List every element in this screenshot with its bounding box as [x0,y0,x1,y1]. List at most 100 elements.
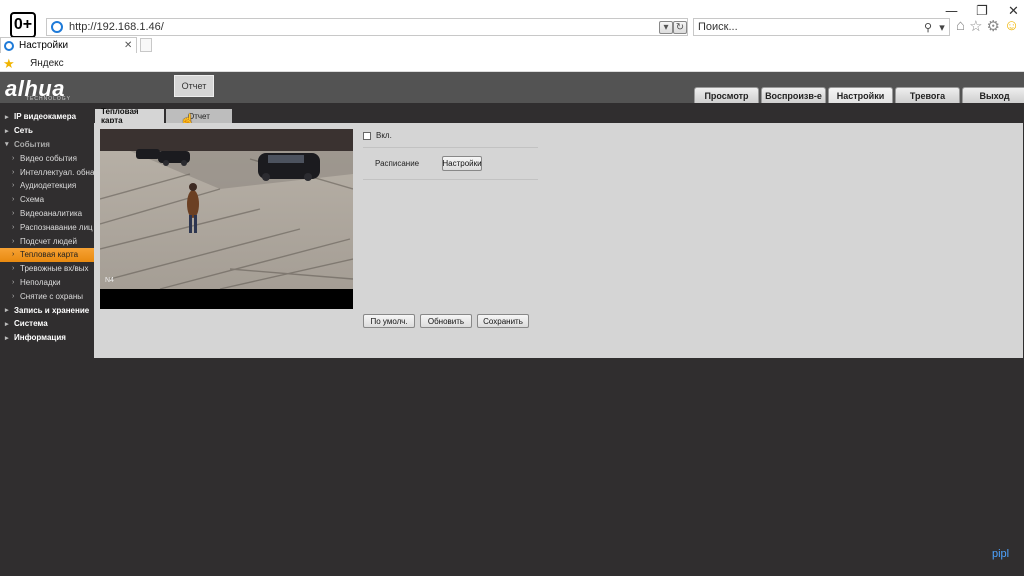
top-nav: Просмотр Воспроизв-е Настройки Тревога В… [694,87,1024,103]
chevron-icon: › [12,196,15,204]
arrow-icon: ▸ [5,320,9,328]
chevron-icon: › [12,209,15,217]
sidebar-item-network[interactable]: ▸ Сеть [0,124,94,138]
content-tabs: Тепловая карта Отчет [95,107,232,125]
new-tab-button[interactable] [140,38,152,52]
chevron-icon: › [12,292,15,300]
search-input[interactable]: Поиск... [698,21,921,33]
nav-preview[interactable]: Просмотр [694,87,759,103]
chevron-icon: › [12,237,15,245]
camera-video-preview: N4 [100,129,353,309]
sidebar-item-video-events[interactable]: › Видео события [0,151,94,165]
divider [363,179,538,180]
favorites-bar: ★ Яндекс [0,54,1024,72]
schedule-label: Расписание [375,159,420,168]
nav-settings[interactable]: Настройки [828,87,893,103]
sidebar-item-info[interactable]: ▸ Информация [0,331,94,345]
sidebar-item-label: Аудиодетекция [20,181,77,191]
sidebar-item-system[interactable]: ▸ Система [0,317,94,331]
chevron-icon: › [12,168,15,176]
sidebar-item-label: Распознавание лиц [20,222,93,232]
arrow-icon: ▸ [5,307,9,315]
sidebar-item-video-analytics[interactable]: › Видеоаналитика [0,207,94,221]
sidebar-item-events[interactable]: ▾ События [0,138,94,152]
sidebar-item-storage[interactable]: ▸ Запись и хранение [0,303,94,317]
sidebar-item-audio-detection[interactable]: › Аудиодетекция [0,179,94,193]
sidebar-item-label: Подсчет людей [20,236,77,246]
favorite-yandex[interactable]: Яндекс [30,58,64,69]
favorites-star-icon[interactable]: ★ [3,56,15,72]
nav-logout[interactable]: Выход [962,87,1024,103]
age-rating-badge: 0+ [10,12,36,38]
watermark: pipl [992,548,1010,560]
browser-tab[interactable]: Настройки ✕ [0,37,137,53]
chevron-icon: › [12,278,15,286]
enable-checkbox[interactable]: Вкл. [363,131,392,140]
sidebar-item-label: Система [14,319,48,329]
report-tooltip: Отчет [174,75,214,97]
tab-report[interactable]: Отчет [166,109,232,123]
chevron-icon: › [12,154,15,162]
default-button[interactable]: По умолч. [363,314,415,328]
sidebar-item-label: События [14,139,50,149]
sidebar-item-disarm[interactable]: › Снятие с охраны [0,289,94,303]
enable-label: Вкл. [376,131,392,140]
sidebar-item-face-recognition[interactable]: › Распознавание лиц [0,220,94,234]
camera-overlay-label: N4 [105,277,114,284]
sidebar-item-smart-detection[interactable]: › Интеллектуал. обна... [0,165,94,179]
checkbox-box[interactable] [363,131,371,140]
sidebar-item-label: Информация [14,333,66,343]
action-buttons: По умолч. Обновить Сохранить [363,314,529,328]
ie-icon [51,21,63,33]
sidebar-item-ip-camera[interactable]: ▸ IP видеокамера [0,110,94,124]
tab-title: Настройки [19,40,69,51]
sidebar-item-label: Тепловая карта [20,250,79,260]
chevron-icon: › [12,251,15,259]
sidebar-item-scheme[interactable]: › Схема [0,193,94,207]
arrow-icon: ▸ [5,334,9,342]
sidebar-item-label: Запись и хранение [14,305,90,315]
sidebar-item-label: Интеллектуал. обна... [20,167,94,177]
arrow-icon: ▸ [5,127,9,135]
search-box[interactable]: Поиск... ⚲ ▾ [693,18,950,36]
sidebar-item-faults[interactable]: › Неполадки [0,276,94,290]
sidebar-item-heat-map[interactable]: › Тепловая карта [0,247,94,262]
refresh-icon[interactable]: ↻ [673,20,687,34]
sidebar-item-label: Видеоаналитика [20,208,83,218]
sidebar-item-label: Снятие с охраны [20,291,83,301]
sidebar-item-people-counting[interactable]: › Подсчет людей [0,234,94,248]
close-tab-icon[interactable]: ✕ [124,40,136,51]
home-icon[interactable]: ⌂ [956,17,965,35]
smiley-icon[interactable]: ☺ [1004,17,1019,35]
gear-icon[interactable]: ⚙ [987,17,1000,35]
sidebar-item-label: Сеть [14,126,33,136]
tab-ie-icon [4,40,14,51]
sidebar-item-label: Видео события [20,153,77,163]
logo-subtitle: TECHNOLOGY [26,96,72,102]
search-dropdown-icon[interactable]: ▾ [935,21,949,34]
tab-heat-map[interactable]: Тепловая карта [95,107,164,125]
sidebar-item-label: Неполадки [20,277,61,287]
schedule-settings-button[interactable]: Настройки [442,156,482,171]
refresh-button[interactable]: Обновить [420,314,472,328]
sidebar-item-label: Тревожные вх/вых [20,264,89,274]
arrow-down-icon: ▾ [5,141,9,149]
chevron-icon: › [12,265,15,273]
sidebar-item-label: Схема [20,195,45,205]
address-url: http://192.168.1.46/ [69,21,164,33]
nav-alarm[interactable]: Тревога [895,87,960,103]
camera-scene: N4 [100,129,353,309]
address-bar[interactable]: http://192.168.1.46/ ▾ ↻ [46,18,688,36]
arrow-icon: ▸ [5,113,9,121]
screen: 0+ — ❐ ✕ http://192.168.1.46/ ▾ ↻ Поиск.… [0,0,1024,576]
sidebar-item-label: IP видеокамера [14,112,77,122]
sidebar: ▸ IP видеокамера ▸ Сеть ▾ События › Видео со… [0,110,94,345]
dropdown-icon[interactable]: ▾ [659,20,673,34]
browser-toolbar: ⌂ ☆ ⚙ ☺ [956,17,1019,35]
nav-playback[interactable]: Воспроизв-е [761,87,826,103]
sidebar-item-alarm-io[interactable]: › Тревожные вх/вых [0,262,94,276]
chevron-icon: › [12,182,15,190]
star-icon[interactable]: ☆ [969,17,982,35]
save-button[interactable]: Сохранить [477,314,529,328]
search-icon[interactable]: ⚲ [921,21,935,34]
